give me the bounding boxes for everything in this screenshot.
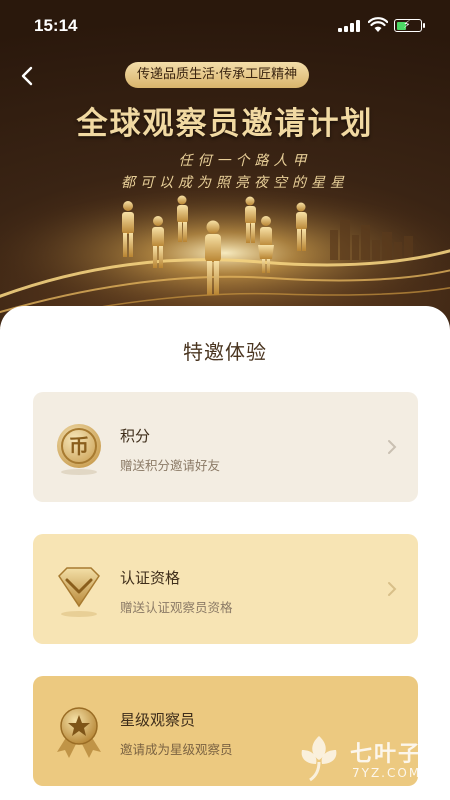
card-points-desc: 赠送积分邀请好友 [120,458,221,473]
watermark-name: 七叶子 [350,742,423,767]
status-icons: ⚡ [338,17,428,33]
signal-icon [338,20,360,32]
card-certification-desc: 赠送认证观察员资格 [120,600,233,615]
section-title: 特邀体验 [183,340,267,364]
coin-icon: 币 [57,424,101,475]
status-bar: 15:14 ⚡ [0,0,450,48]
card-certification[interactable]: 认证资格 赠送认证观察员资格 [33,534,418,644]
leaf-logo-icon [301,736,337,782]
svg-text:币: 币 [69,434,89,458]
hero-banner: 15:14 ⚡ 传递品质生活·传承工匠精神 全球观察员邀请计划 任何一个路人甲 … [0,0,450,340]
watermark-logo: 七叶子 7YZ.COM [290,730,440,788]
battery-icon: ⚡ [394,18,425,32]
chevron-right-icon [388,582,397,596]
hero-title: 全球观察员邀请计划 [76,106,374,141]
watermark-url: 7YZ.COM [352,766,422,780]
card-star-observer-title: 星级观察员 [120,711,196,729]
chevron-right-icon [388,440,397,454]
content-sheet: 特邀体验 币 积分 赠送积分邀请好友 认证资格 赠送认证观察员资格 星级观察员 … [0,306,450,800]
diamond-badge-icon [58,567,100,617]
hero-subtitle-line2: 都可以成为照亮夜空的星星 [121,175,349,191]
back-arrow-icon[interactable] [16,64,40,88]
hero-subtitle-line1: 任何一个路人甲 [178,153,312,169]
card-points-title: 积分 [120,427,151,445]
wifi-icon [368,17,388,32]
card-points[interactable]: 币 积分 赠送积分邀请好友 [33,392,418,502]
card-certification-title: 认证资格 [120,569,181,587]
tagline-pill: 传递品质生活·传承工匠精神 [125,62,310,88]
card-star-observer-desc: 邀请成为星级观察员 [120,742,233,757]
status-time: 15:14 [34,16,78,35]
star-medal-icon [57,707,101,758]
